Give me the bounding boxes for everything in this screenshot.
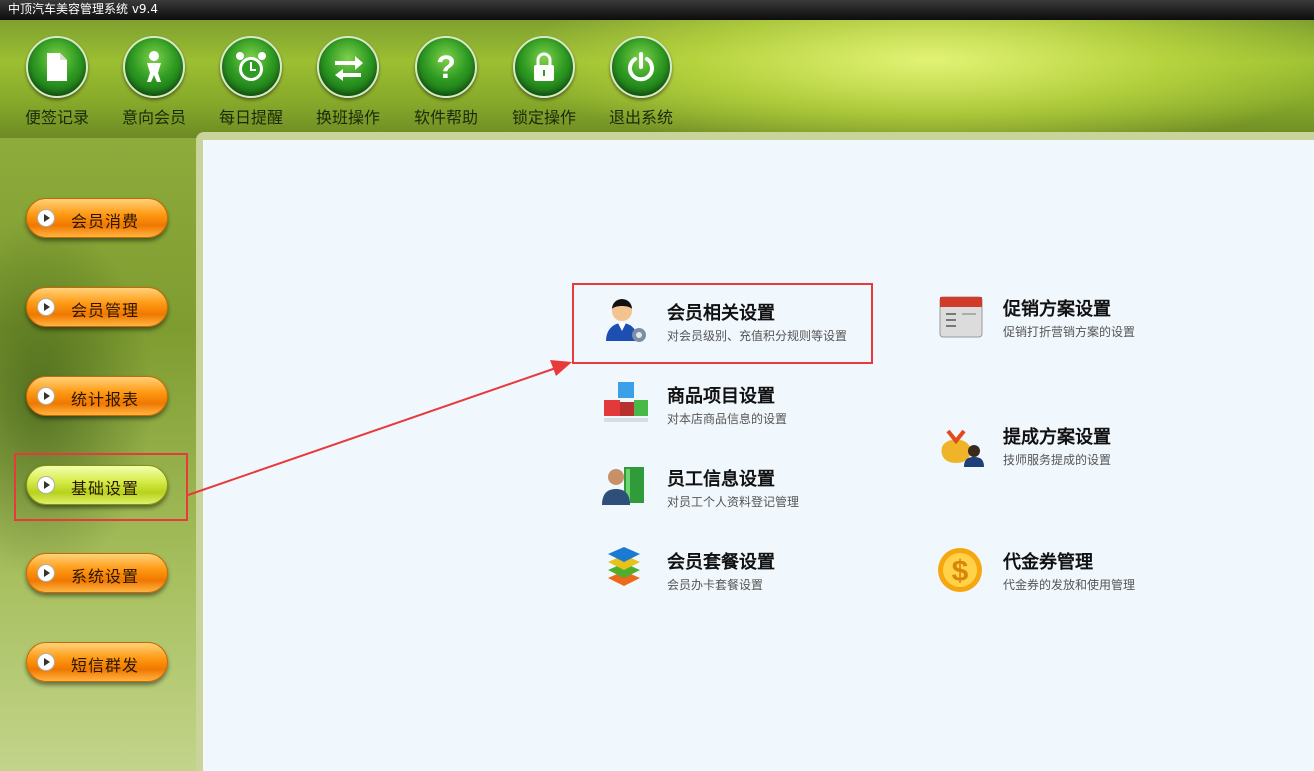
toolbar-note-button[interactable]: 便签记录 (17, 36, 97, 128)
play-icon (37, 387, 55, 405)
toolbar-label: 意向会员 (121, 108, 186, 127)
power-icon (610, 36, 672, 98)
alarm-clock-icon (220, 36, 282, 98)
setting-highlight-box (572, 283, 873, 364)
svg-text:$: $ (952, 555, 969, 588)
play-icon (37, 209, 55, 227)
setting-vouchers[interactable]: $ 代金券管理 代金券的发放和使用管理 (938, 546, 1198, 596)
sidebar-item-reports[interactable]: 统计报表 (26, 376, 168, 416)
setting-promotion[interactable]: 促销方案设置 促销打折营销方案的设置 (938, 293, 1198, 343)
sidebar-item-member-manage[interactable]: 会员管理 (26, 287, 168, 327)
lock-icon (513, 36, 575, 98)
toolbar-shift-button[interactable]: 换班操作 (308, 36, 388, 128)
setting-commission[interactable]: 提成方案设置 技师服务提成的设置 (938, 421, 1198, 471)
toolbar-label: 每日提醒 (218, 108, 283, 127)
toolbar-help-button[interactable]: ? 软件帮助 (406, 36, 486, 128)
sidebar-highlight-box (14, 453, 188, 521)
toolbar: 便签记录 意向会员 每日提醒 换班操作 ? 软件帮助 锁定操作 退出系统 (0, 20, 1314, 138)
sidebar-item-label: 短信群发 (71, 656, 140, 675)
toolbar-exit-button[interactable]: 退出系统 (601, 36, 681, 128)
setting-desc: 技师服务提成的设置 (1003, 453, 1112, 467)
toolbar-label: 退出系统 (608, 108, 673, 127)
setting-title: 员工信息设置 (667, 469, 775, 490)
setting-desc: 促销打折营销方案的设置 (1003, 325, 1136, 339)
calendar-icon (938, 293, 986, 341)
setting-desc: 对员工个人资料登记管理 (667, 495, 800, 509)
window-title: 中顶汽车美容管理系统 v9.4 (8, 2, 159, 16)
toolbar-label: 便签记录 (24, 108, 89, 127)
setting-employees[interactable]: 员工信息设置 对员工个人资料登记管理 (602, 463, 862, 513)
toolbar-prospect-button[interactable]: 意向会员 (114, 36, 194, 128)
setting-products[interactable]: 商品项目设置 对本店商品信息的设置 (602, 380, 862, 430)
toolbar-label: 软件帮助 (413, 108, 478, 127)
setting-title: 提成方案设置 (1003, 427, 1111, 448)
setting-title: 会员套餐设置 (667, 552, 775, 573)
setting-title: 商品项目设置 (667, 386, 775, 407)
note-icon (26, 36, 88, 98)
setting-title: 代金券管理 (1003, 552, 1093, 573)
cubes-icon (602, 380, 650, 428)
commission-icon (938, 421, 986, 469)
setting-desc: 会员办卡套餐设置 (667, 578, 764, 592)
window-title-bar: 中顶汽车美容管理系统 v9.4 (0, 0, 1314, 20)
person-icon (123, 36, 185, 98)
setting-desc: 对本店商品信息的设置 (667, 412, 788, 426)
setting-title: 促销方案设置 (1003, 299, 1111, 320)
sidebar-item-system-settings[interactable]: 系统设置 (26, 553, 168, 593)
play-icon (37, 564, 55, 582)
sidebar-item-member-consume[interactable]: 会员消费 (26, 198, 168, 238)
toolbar-lock-button[interactable]: 锁定操作 (504, 36, 584, 128)
setting-packages[interactable]: 会员套餐设置 会员办卡套餐设置 (602, 546, 862, 596)
sidebar-item-label: 会员消费 (71, 212, 140, 231)
dollar-coin-icon: $ (938, 546, 986, 594)
question-icon: ? (415, 36, 477, 98)
sidebar-item-label: 系统设置 (71, 567, 140, 586)
svg-text:?: ? (436, 50, 456, 84)
play-icon (37, 653, 55, 671)
toolbar-label: 换班操作 (315, 108, 380, 127)
setting-desc: 代金券的发放和使用管理 (1003, 578, 1136, 592)
sidebar-item-label: 会员管理 (71, 301, 140, 320)
employee-icon (602, 463, 650, 511)
toolbar-reminder-button[interactable]: 每日提醒 (211, 36, 291, 128)
layers-icon (602, 546, 650, 594)
sidebar-item-label: 统计报表 (71, 390, 140, 409)
sidebar-item-sms[interactable]: 短信群发 (26, 642, 168, 682)
swap-arrows-icon (317, 36, 379, 98)
play-icon (37, 298, 55, 316)
toolbar-label: 锁定操作 (511, 108, 576, 127)
